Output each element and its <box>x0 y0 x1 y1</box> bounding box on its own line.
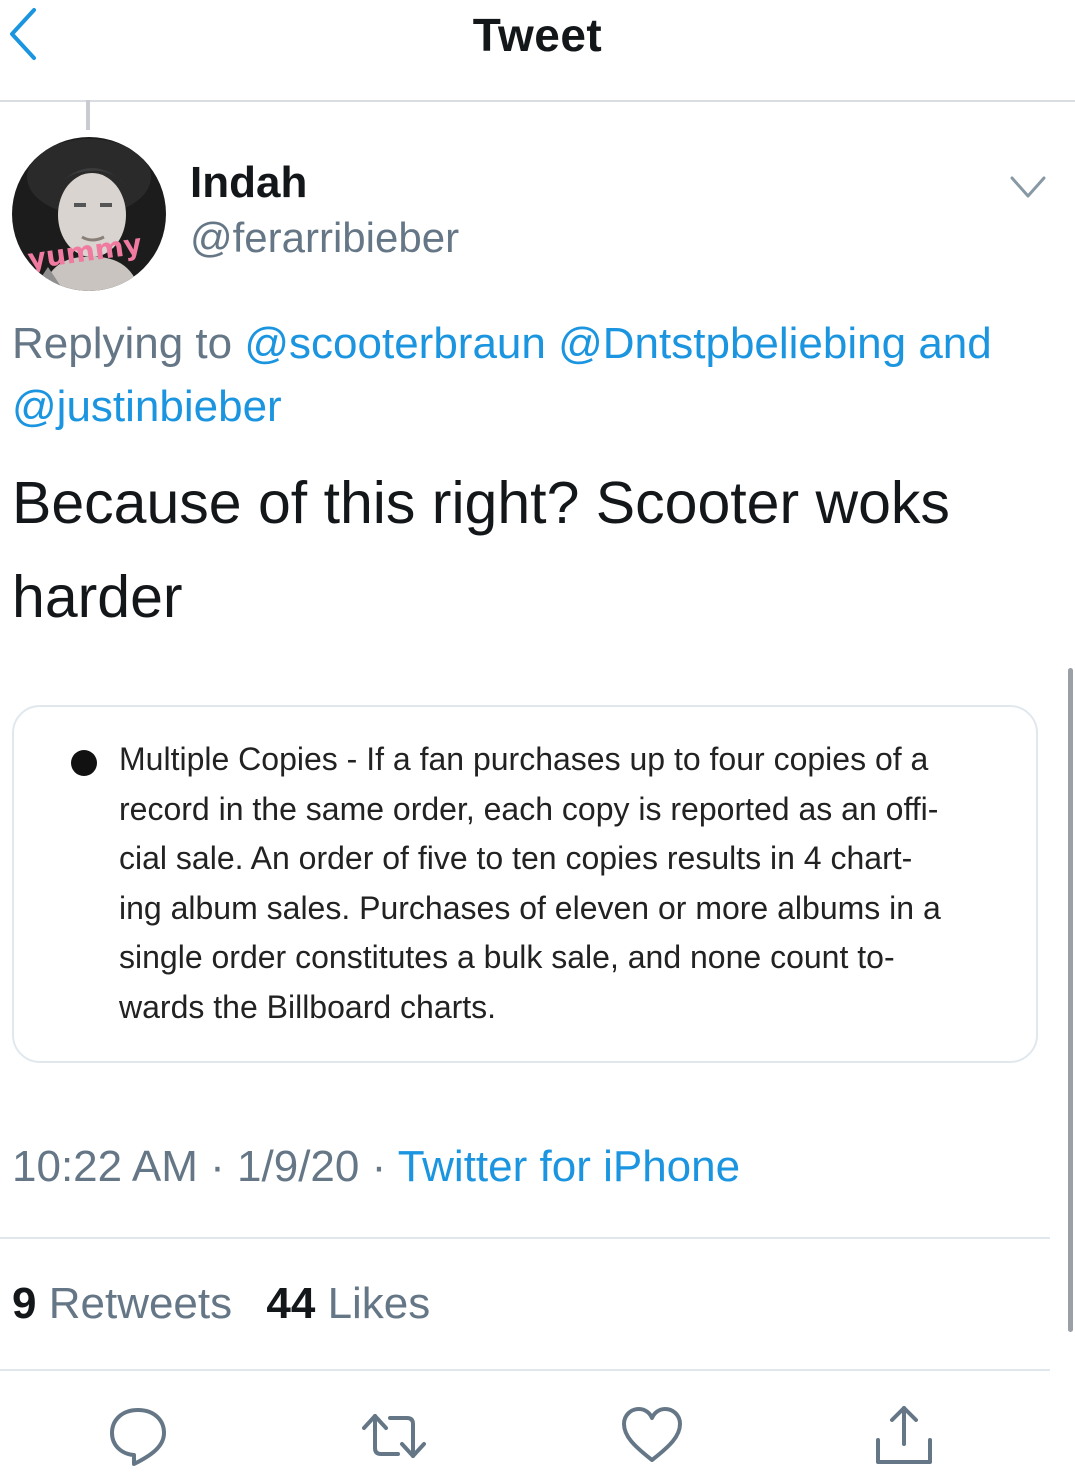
meta-separator: · <box>371 1142 387 1191</box>
more-options-button[interactable] <box>1006 168 1050 208</box>
divider <box>0 1237 1050 1239</box>
share-icon <box>876 1406 932 1464</box>
retweets-stat[interactable]: 9 Retweets <box>12 1279 232 1328</box>
replying-to: Replying to @scooterbraun @Dntstpbeliebi… <box>12 312 1052 438</box>
likes-stat[interactable]: 44 Likes <box>266 1279 430 1328</box>
tweet-stats: 9 Retweets 44 Likes <box>12 1279 430 1329</box>
image-text-line: wards the Billboard charts. <box>119 988 497 1025</box>
meta-separator: · <box>210 1142 225 1191</box>
share-button[interactable] <box>872 1404 936 1468</box>
top-bar: Tweet <box>0 0 1075 102</box>
reply-icon <box>110 1408 166 1466</box>
scrollbar[interactable] <box>1068 668 1073 1332</box>
reply-button[interactable] <box>106 1404 170 1468</box>
bullet-icon <box>71 750 97 776</box>
mention-link[interactable]: @scooterbraun <box>244 319 546 368</box>
image-text-line: cial sale. An order of five to ten copie… <box>119 840 913 877</box>
mention-joiner[interactable]: and <box>918 319 991 368</box>
image-text: Multiple Copies - If a fan purchases up … <box>119 735 1009 1033</box>
chevron-down-icon <box>1010 176 1046 198</box>
attached-image[interactable]: Multiple Copies - If a fan purchases up … <box>12 705 1038 1063</box>
avatar[interactable]: yummy <box>12 137 166 291</box>
replying-to-label: Replying to <box>12 319 233 368</box>
author-name[interactable]: Indah <box>190 158 307 208</box>
tweet-meta: 10:22 AM · 1/9/20 · Twitter for iPhone <box>12 1142 740 1192</box>
tweet-text-line: harder <box>12 564 183 630</box>
image-text-line: single order constitutes a bulk sale, an… <box>119 939 895 976</box>
retweet-button[interactable] <box>362 1404 426 1468</box>
likes-label: Likes <box>327 1279 431 1328</box>
divider <box>0 1369 1050 1371</box>
tweet-source-link[interactable]: Twitter for iPhone <box>398 1142 740 1191</box>
mention-link[interactable]: @Dntstpbeliebing <box>558 319 906 368</box>
tweet-text-line: Because of this right? Scooter woks <box>12 470 950 536</box>
tweet-date: 1/9/20 <box>237 1142 360 1191</box>
image-text-line: Multiple Copies - If a fan purchases up … <box>119 741 929 777</box>
retweet-icon <box>362 1414 426 1458</box>
likes-count: 44 <box>266 1279 316 1328</box>
tweet-time: 10:22 AM <box>12 1142 198 1191</box>
author-handle[interactable]: @ferarribieber <box>190 214 459 262</box>
like-icon <box>622 1407 682 1462</box>
like-button[interactable] <box>620 1404 684 1468</box>
image-text-line: record in the same order, each copy is r… <box>119 790 939 827</box>
retweets-label: Retweets <box>48 1279 233 1328</box>
thread-connector <box>86 100 90 130</box>
image-text-line: ing album sales. Purchases of eleven or … <box>119 889 941 926</box>
tweet-text: Because of this right? Scooter woks hard… <box>12 456 1052 644</box>
mention-link[interactable]: @justinbieber <box>12 382 282 431</box>
page-title: Tweet <box>472 9 603 61</box>
retweets-count: 9 <box>12 1279 37 1328</box>
